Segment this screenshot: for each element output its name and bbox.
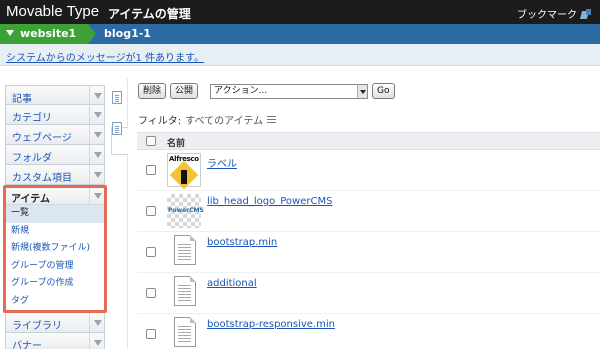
item-name-link[interactable]: lib_head_logo_PowerCMS bbox=[207, 196, 332, 207]
chevron-down-icon[interactable] bbox=[89, 165, 104, 184]
action-select[interactable]: アクション... bbox=[210, 83, 369, 99]
bookmark-icon[interactable] bbox=[581, 8, 592, 19]
sidebar-item-label[interactable]: カテゴリ bbox=[12, 109, 52, 124]
go-button[interactable]: Go bbox=[372, 83, 395, 99]
top-bar: Movable Type アイテムの管理 ブックマーク bbox=[0, 0, 600, 24]
sidebar-subitem-manage-groups[interactable]: グループの管理 bbox=[6, 258, 104, 276]
filter-label: フィルタ: bbox=[138, 116, 182, 127]
row-checkbox[interactable] bbox=[146, 165, 156, 175]
action-select-value[interactable]: アクション... bbox=[214, 86, 267, 96]
sidebar-item-items[interactable]: アイテム bbox=[6, 188, 104, 205]
sidebar-subitem-new[interactable]: 新規 bbox=[6, 223, 104, 241]
sidebar-item-label[interactable]: カスタム項目 bbox=[12, 169, 72, 184]
publish-button[interactable]: 公開 bbox=[170, 83, 199, 99]
list-actions-toolbar: 削除 公開 アクション... Go bbox=[138, 83, 395, 99]
sidebar-subitem-tags[interactable]: タグ bbox=[6, 293, 104, 311]
item-name-link[interactable]: bootstrap.min bbox=[207, 237, 277, 248]
sidebar-subitem-new-multiple[interactable]: 新規(複数ファイル) bbox=[6, 240, 104, 258]
row-checkbox[interactable] bbox=[146, 247, 156, 257]
column-header-name[interactable]: 名前 bbox=[167, 136, 185, 149]
brand-logo[interactable]: Movable Type bbox=[6, 3, 99, 20]
table-row: Alfresco ラベル bbox=[137, 151, 600, 191]
sidebar-item-label[interactable]: ライブラリ bbox=[12, 317, 62, 332]
side-tab-icons bbox=[112, 91, 124, 153]
chevron-down-icon[interactable] bbox=[89, 145, 104, 164]
website-crumb[interactable]: website1 bbox=[0, 24, 88, 44]
sidebar-item-categories[interactable]: カテゴリ bbox=[5, 105, 105, 125]
item-name-link[interactable]: ラベル bbox=[207, 155, 237, 170]
sidebar-item-library[interactable]: ライブラリ bbox=[5, 313, 105, 333]
sidebar-section-items: アイテム 一覧 新規 新規(複数ファイル) グループの管理 グループの作成 タグ bbox=[3, 185, 107, 313]
filter-value[interactable]: すべてのアイテム bbox=[185, 112, 263, 127]
sidebar-subitem-create-group[interactable]: グループの作成 bbox=[6, 275, 104, 293]
select-all-checkbox[interactable] bbox=[146, 136, 156, 146]
chevron-down-icon[interactable] bbox=[89, 125, 104, 144]
document-icon[interactable] bbox=[167, 235, 201, 269]
crumb-separator-arrow bbox=[88, 24, 96, 44]
row-checkbox[interactable] bbox=[146, 329, 156, 339]
system-message-bar: システムからのメッセージが1 件あります。 bbox=[0, 44, 600, 66]
sidebar-item-label[interactable]: ウェブページ bbox=[12, 129, 72, 144]
chevron-down-icon[interactable] bbox=[89, 333, 104, 349]
chevron-down-icon[interactable] bbox=[89, 188, 104, 204]
item-name-link[interactable]: additional bbox=[207, 278, 257, 289]
chevron-down-icon[interactable] bbox=[89, 105, 104, 124]
sidebar-item-custom-fields[interactable]: カスタム項目 bbox=[5, 165, 105, 185]
sidebar-item-pages[interactable]: ウェブページ bbox=[5, 125, 105, 145]
alfresco-logo-mark bbox=[181, 170, 187, 184]
sidebar-item-label[interactable]: 記事 bbox=[12, 90, 32, 105]
bookmark-link[interactable]: ブックマーク bbox=[517, 6, 592, 21]
sidebar-item-folders[interactable]: フォルダ bbox=[5, 145, 105, 165]
system-message-link[interactable]: システムからのメッセージが1 件あります。 bbox=[6, 49, 204, 64]
sidebar-nav: 記事 カテゴリ ウェブページ フォルダ カスタム項目 アイテム 一覧 新規 新規… bbox=[3, 85, 107, 349]
chevron-down-icon[interactable] bbox=[357, 84, 368, 98]
row-checkbox[interactable] bbox=[146, 288, 156, 298]
sidebar-item-label[interactable]: フォルダ bbox=[12, 149, 52, 164]
chevron-down-icon[interactable] bbox=[89, 313, 104, 332]
chevron-down-icon[interactable] bbox=[6, 30, 14, 36]
website-crumb-label[interactable]: website1 bbox=[20, 27, 76, 40]
thumbnail-label: Alfresco bbox=[169, 155, 199, 163]
sidebar-item-banners[interactable]: バナー bbox=[5, 333, 105, 349]
table-row: bootstrap.min bbox=[137, 233, 600, 273]
sidebar-subitem-list[interactable]: 一覧 bbox=[6, 205, 104, 223]
blog-crumb[interactable]: blog1-1 bbox=[104, 24, 151, 44]
document-icon[interactable] bbox=[167, 276, 201, 310]
filter-menu-icon[interactable] bbox=[267, 116, 277, 123]
table-header: 名前 bbox=[137, 132, 600, 150]
chevron-down-icon[interactable] bbox=[89, 86, 104, 105]
table-row: additional bbox=[137, 274, 600, 314]
sidebar-item-entries[interactable]: 記事 bbox=[5, 85, 105, 105]
breadcrumb: website1 blog1-1 bbox=[0, 24, 600, 44]
filter-bar: フィルタ: すべてのアイテム bbox=[138, 112, 277, 127]
row-checkbox[interactable] bbox=[146, 206, 156, 216]
item-thumbnail[interactable]: PowerCMS bbox=[167, 194, 204, 228]
page-title: アイテムの管理 bbox=[108, 7, 191, 21]
sidebar-divider bbox=[127, 78, 128, 349]
list-view-icon[interactable] bbox=[112, 91, 122, 104]
sidebar-item-label[interactable]: バナー bbox=[12, 337, 42, 349]
table-row: bootstrap-responsive.min bbox=[137, 315, 600, 349]
item-name-link[interactable]: bootstrap-responsive.min bbox=[207, 319, 335, 330]
document-icon[interactable] bbox=[112, 122, 122, 135]
thumbnail-label: PowerCMS bbox=[168, 207, 204, 214]
sidebar-section-label[interactable]: アイテム bbox=[11, 190, 50, 205]
table-row: PowerCMS lib_head_logo_PowerCMS bbox=[137, 192, 600, 232]
item-thumbnail[interactable]: Alfresco bbox=[167, 153, 201, 190]
delete-button[interactable]: 削除 bbox=[138, 83, 167, 99]
bookmark-label[interactable]: ブックマーク bbox=[517, 6, 577, 21]
document-icon[interactable] bbox=[167, 317, 201, 349]
